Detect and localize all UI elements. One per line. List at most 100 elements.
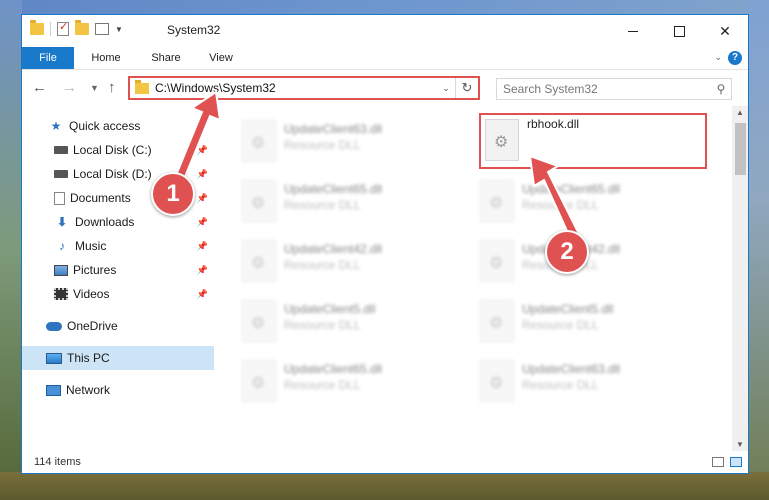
onedrive-icon: [46, 321, 62, 331]
sidebar-item-label: Music: [75, 239, 107, 253]
quick-access-toolbar: ▼: [30, 20, 123, 36]
sidebar-item-label: OneDrive: [67, 319, 118, 333]
file-type: Resource DLL: [522, 318, 599, 332]
pin-icon[interactable]: 📌: [197, 289, 208, 300]
this-pc-icon: [46, 352, 62, 364]
details-view-icon[interactable]: [712, 457, 724, 467]
sidebar-item-label: Pictures: [73, 263, 117, 277]
sidebar-item-label: Network: [66, 383, 111, 397]
disk-icon: [54, 170, 68, 178]
search-icon[interactable]: ⚲: [711, 82, 731, 96]
dll-file-icon: [242, 300, 276, 342]
pin-icon[interactable]: 📌: [197, 241, 208, 252]
refresh-button[interactable]: ↻: [455, 78, 478, 98]
file-item[interactable]: UpdateClient5.dll Resource DLL: [474, 296, 704, 350]
tab-file[interactable]: File: [22, 47, 74, 69]
chevron-down-icon[interactable]: ▼: [115, 25, 123, 34]
chevron-down-icon[interactable]: ⌄: [437, 83, 455, 94]
sidebar-item-label: Local Disk (D:): [73, 167, 152, 181]
music-icon: ♪: [59, 239, 65, 253]
pin-icon[interactable]: 📌: [197, 265, 208, 276]
downloads-icon: ⬇: [56, 215, 68, 229]
tab-share[interactable]: Share: [146, 47, 186, 69]
sidebar-item-label: This PC: [67, 351, 110, 365]
file-list: UpdateClient63.dll Resource DLL rbhook.d…: [214, 106, 732, 451]
file-explorer-window: ▼ System32 ✕ File Home Share View ⌄ ? ← …: [21, 14, 749, 474]
desktop-background-right: [749, 0, 769, 500]
dll-file-icon: [480, 360, 514, 402]
file-name: UpdateClient63.dll: [284, 122, 383, 136]
new-folder-icon[interactable]: [75, 20, 89, 35]
item-count: 114 items: [34, 456, 81, 468]
help-icon[interactable]: ?: [728, 51, 742, 65]
forward-button[interactable]: →: [62, 79, 77, 96]
up-button[interactable]: ↑: [108, 79, 116, 96]
close-icon: ✕: [719, 22, 731, 39]
back-button[interactable]: ←: [32, 79, 47, 96]
file-item[interactable]: UpdateClient5.dll Resource DLL: [236, 296, 466, 350]
maximize-button[interactable]: [656, 15, 702, 47]
view-icon[interactable]: [95, 23, 109, 35]
desktop-background-bottom: [0, 472, 769, 500]
sidebar-item-label: Downloads: [75, 215, 135, 229]
folder-icon: [30, 20, 44, 35]
file-name: UpdateClient5.dll: [284, 302, 376, 316]
file-item[interactable]: UpdateClient42.dll Resource DLL: [236, 236, 466, 290]
file-name: UpdateClient5.dll: [522, 302, 614, 316]
status-bar: 114 items: [22, 451, 748, 473]
dll-file-icon: [480, 240, 514, 282]
sidebar-item-label: Local Disk (C:): [73, 143, 152, 157]
file-item[interactable]: UpdateClient65.dll Resource DLL: [236, 356, 466, 410]
tab-view[interactable]: View: [204, 47, 238, 69]
scroll-down-icon[interactable]: ▼: [736, 440, 744, 449]
disk-icon: [54, 146, 68, 154]
callout-2-badge: 2: [545, 230, 589, 274]
sidebar-item-onedrive[interactable]: OneDrive: [22, 314, 214, 338]
file-type: Resource DLL: [284, 318, 361, 332]
close-button[interactable]: ✕: [702, 15, 748, 47]
ribbon: File Home Share View ⌄ ?: [22, 47, 748, 70]
dll-file-icon: [480, 180, 514, 222]
scroll-up-icon[interactable]: ▲: [736, 108, 744, 117]
file-name: UpdateClient42.dll: [284, 242, 383, 256]
sidebar-item-videos[interactable]: Videos 📌: [22, 282, 214, 306]
network-icon: [46, 384, 61, 396]
callout-1-badge: 1: [151, 172, 195, 216]
tab-home[interactable]: Home: [86, 47, 126, 69]
scrollbar-thumb[interactable]: [735, 123, 746, 175]
title-bar: ▼ System32 ✕: [22, 15, 748, 47]
search-input[interactable]: Search System32: [503, 82, 711, 96]
minimize-button[interactable]: [610, 15, 656, 47]
large-icons-view-icon[interactable]: [730, 457, 742, 467]
file-type: Resource DLL: [284, 378, 361, 392]
sidebar-item-downloads[interactable]: ⬇ Downloads 📌: [22, 210, 214, 234]
folder-icon: [135, 79, 149, 94]
file-item[interactable]: UpdateClient63.dll Resource DLL: [236, 116, 466, 170]
sidebar-item-music[interactable]: ♪ Music 📌: [22, 234, 214, 258]
file-item[interactable]: UpdateClient65.dll Resource DLL: [236, 176, 466, 230]
file-name: UpdateClient65.dll: [284, 182, 383, 196]
dll-file-icon: [242, 180, 276, 222]
dll-file-icon: [242, 120, 276, 162]
minimize-icon: [628, 30, 638, 32]
dll-file-icon: [480, 300, 514, 342]
file-name: UpdateClient65.dll: [284, 362, 383, 376]
toolbar-divider: [50, 22, 51, 36]
desktop-background-left: [0, 0, 22, 500]
videos-icon: [54, 288, 68, 300]
sidebar-item-pictures[interactable]: Pictures 📌: [22, 258, 214, 282]
search-box[interactable]: Search System32 ⚲: [496, 78, 732, 100]
recent-locations-button[interactable]: ▼: [90, 83, 99, 93]
star-icon: ★: [50, 119, 62, 133]
properties-icon[interactable]: [57, 20, 69, 36]
pin-icon[interactable]: 📌: [197, 217, 208, 228]
expand-ribbon-icon[interactable]: ⌄: [714, 52, 722, 63]
documents-icon: [54, 191, 65, 205]
sidebar-item-label: Documents: [70, 191, 131, 205]
sidebar-item-label: Quick access: [69, 119, 141, 133]
file-item[interactable]: UpdateClient63.dll Resource DLL: [474, 356, 704, 410]
sidebar-item-this-pc[interactable]: This PC: [22, 346, 214, 370]
vertical-scrollbar[interactable]: ▲ ▼: [732, 106, 748, 451]
sidebar-item-network[interactable]: Network: [22, 378, 214, 402]
sidebar-item-label: Videos: [73, 287, 110, 301]
